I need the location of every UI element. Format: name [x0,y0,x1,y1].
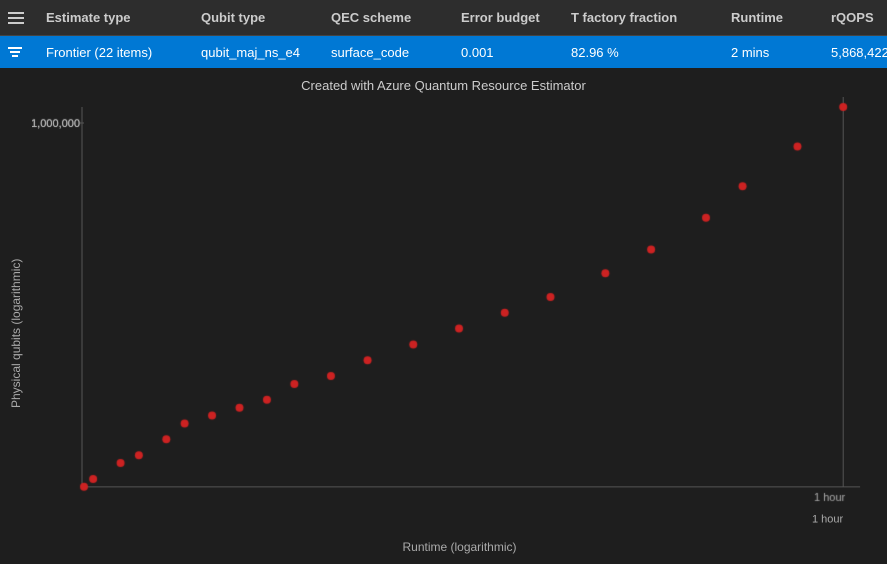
x-axis-row: Runtime (logarithmic) [0,540,887,562]
chart-container: Created with Azure Quantum Resource Esti… [0,68,887,562]
cell-t-factory-fraction: 82.96 % [563,45,723,60]
cell-rqops: 5,868,422 [823,45,887,60]
cell-qubit-type: qubit_maj_ns_e4 [193,45,323,60]
chart-inner: 1,000,000 1 hour [32,97,877,540]
app-container: Estimate type Qubit type QEC scheme Erro… [0,0,887,562]
header-qubit-type: Qubit type [193,10,323,25]
header-rqops: rQOPS [823,10,887,25]
header-runtime: Runtime [723,10,823,25]
table-container: Estimate type Qubit type QEC scheme Erro… [0,0,887,68]
table-header-row: Estimate type Qubit type QEC scheme Erro… [0,0,887,36]
y-axis-label: Physical qubits (logarithmic) [0,97,32,540]
data-row-frontier[interactable]: Frontier (22 items) qubit_maj_ns_e4 surf… [0,36,887,68]
hamburger-icon-header [8,12,38,24]
header-qec-scheme: QEC scheme [323,10,453,25]
chart-title: Created with Azure Quantum Resource Esti… [301,78,586,93]
header-t-factory-fraction: T factory fraction [563,10,723,25]
header-error-budget: Error budget [453,10,563,25]
cell-error-budget: 0.001 [453,45,563,60]
chart-area: Physical qubits (logarithmic) 1,000,000 … [0,97,887,540]
filter-icon [8,47,38,57]
cell-estimate-type: Frontier (22 items) [38,45,193,60]
cell-runtime: 2 mins [723,45,823,60]
cell-qec-scheme: surface_code [323,45,453,60]
x-axis-label: Runtime (logarithmic) [32,540,887,562]
header-estimate-type: Estimate type [38,10,193,25]
